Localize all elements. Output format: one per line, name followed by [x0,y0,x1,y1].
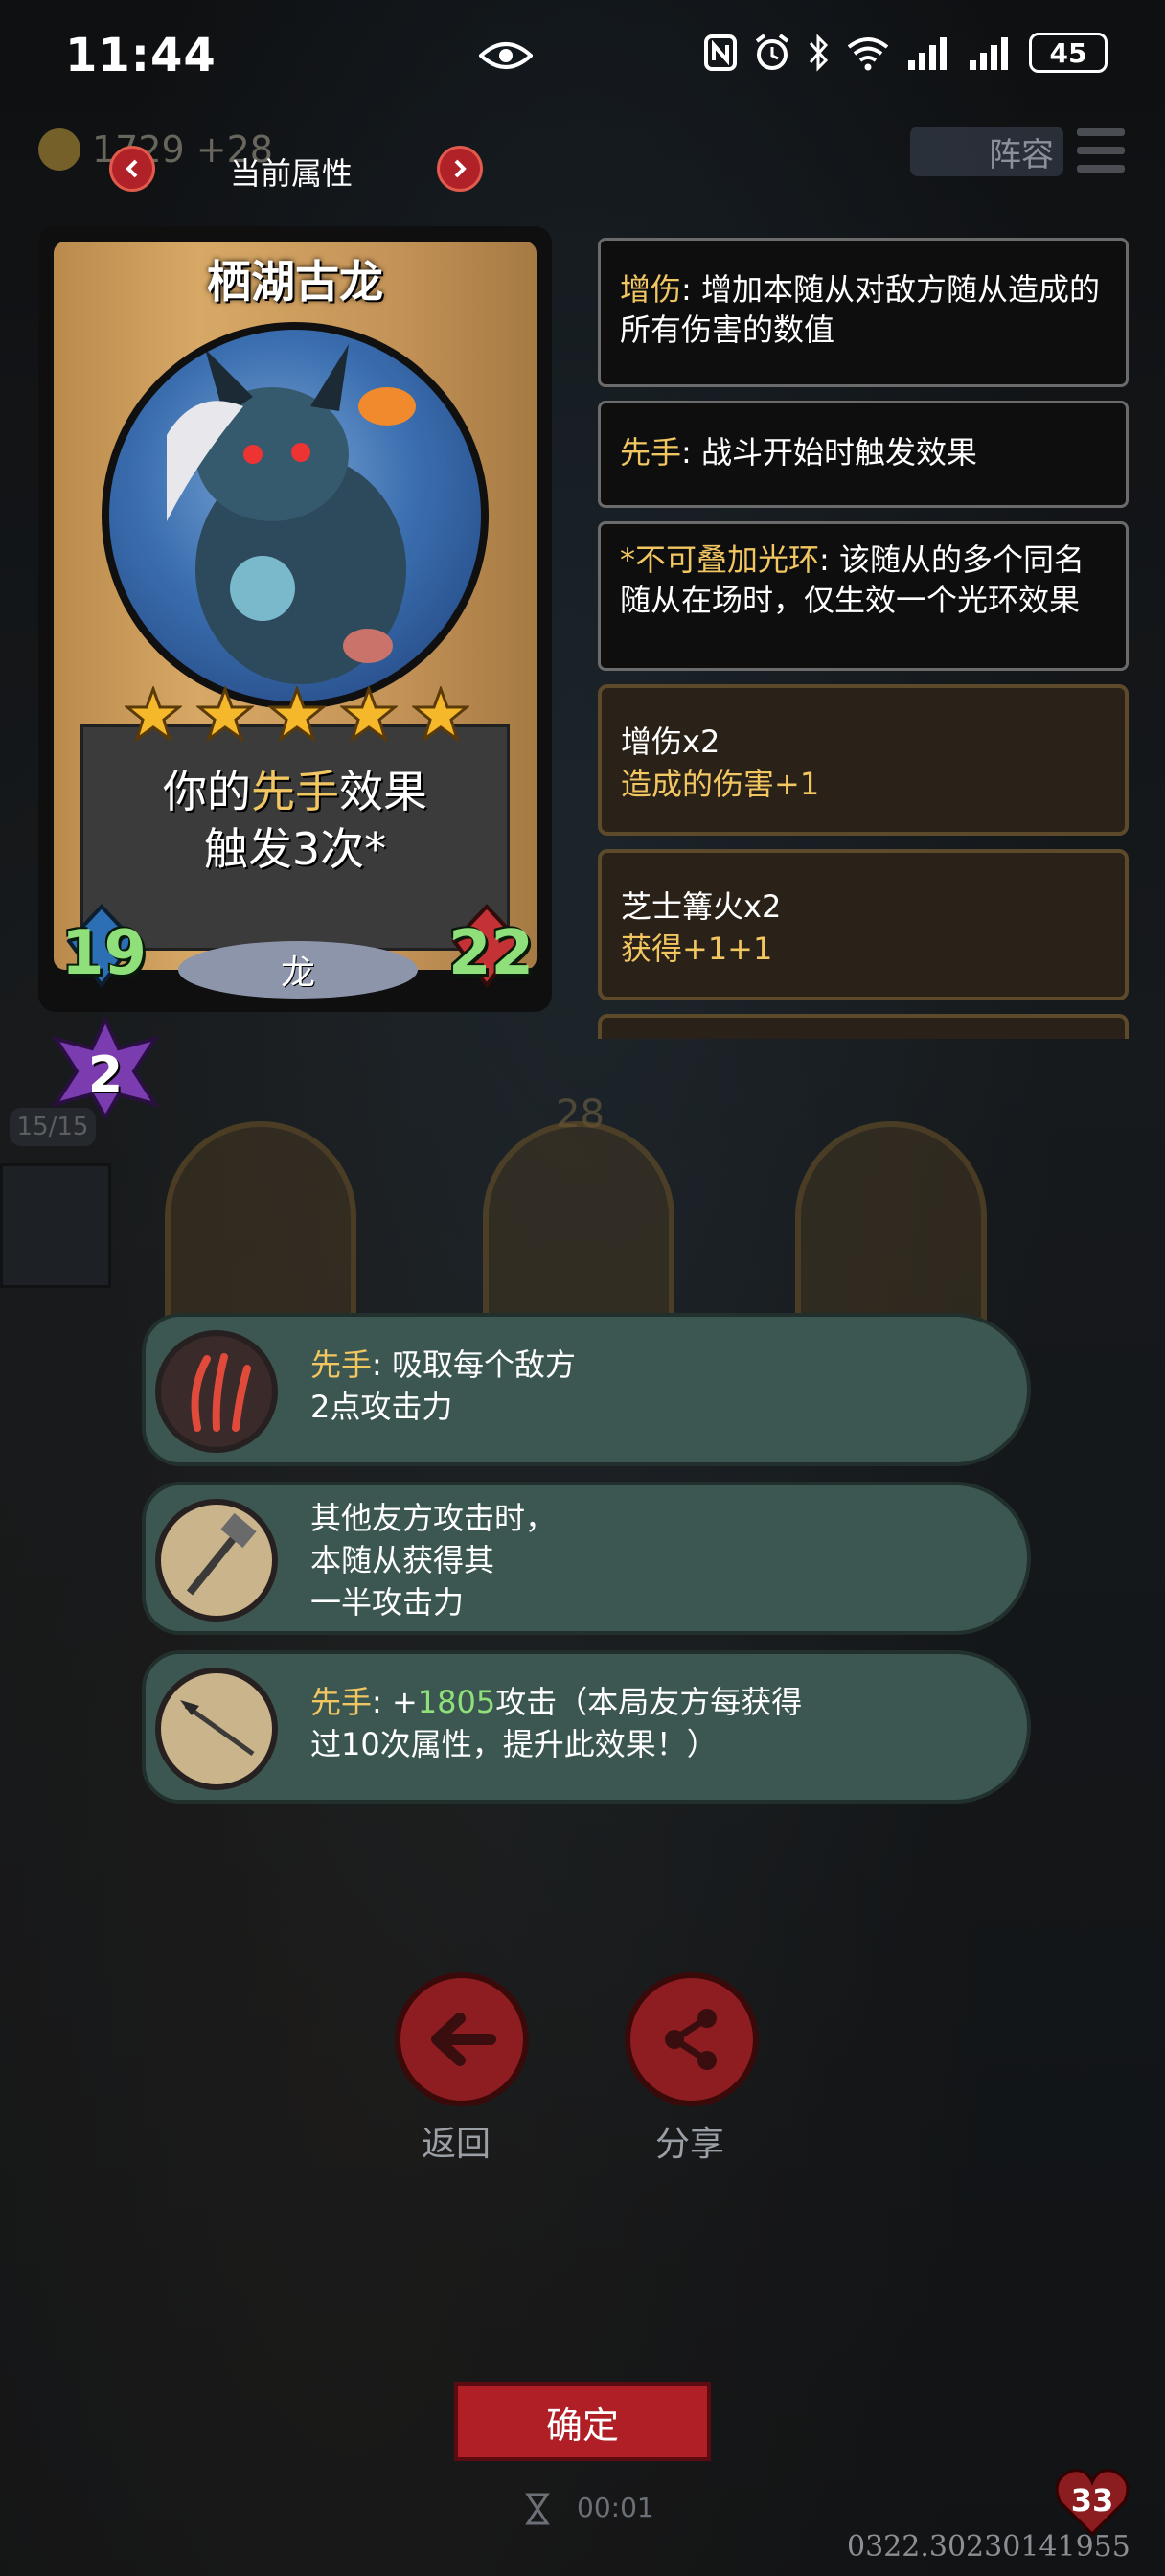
chevron-left-icon [126,159,138,178]
ability-line: 攻击（本局友方每获得 [495,1684,803,1720]
desc-line2: 触发3次* [203,823,387,875]
desc-prefix: 你的 [163,766,251,817]
tribe-label: 龙 [178,941,418,999]
keyword-text: : 战斗开始时触发效果 [681,434,977,471]
next-arrow-button[interactable] [437,146,483,192]
buff-entry: 增伤x2 造成的伤害+1 [598,684,1129,836]
player-health: 33 [1070,2482,1114,2518]
share-icon [665,2009,717,2070]
panel-title: 当前属性 [230,155,354,192]
confirm-button[interactable]: 确定 [454,2382,711,2461]
bluetooth-icon [809,34,829,72]
level-number: 2 [87,1046,124,1104]
gold-icon [38,128,80,171]
chevron-right-icon [454,159,467,178]
dragon-portrait [102,322,489,709]
ability-line: 其他友方攻击时， [310,1500,557,1536]
star-rating [125,686,469,744]
desc-suffix: 效果 [339,766,427,817]
keyword-name: *不可叠加光环 [620,541,820,578]
menu-icon[interactable] [1077,128,1125,172]
minion-card: 栖湖古龙 你的先手效果 触发3次* 19 22 龙 [38,226,552,1012]
ability-entry: 其他友方攻击时， 本随从获得其 一半攻击力 [142,1482,1031,1635]
ability-line: : 吸取每个敌方 [372,1346,576,1383]
status-bar: 11:44 45 [0,0,1165,115]
star-icon [125,686,182,743]
battery-icon: 45 [1029,33,1108,73]
star-icon [268,686,326,743]
star-icon [196,686,254,743]
ability-line: 过10次属性，提升此效果！） [310,1726,718,1762]
ability-keyword: 先手 [310,1346,373,1383]
back-button[interactable] [395,1972,529,2106]
star-icon [340,686,398,743]
desc-keyword: 先手 [251,766,339,817]
keyword-name: 先手 [620,434,682,471]
ability-value: 1805 [417,1684,496,1720]
keyword-explanation: 先手: 战斗开始时触发效果 [598,401,1129,508]
prev-arrow-button[interactable] [109,146,155,192]
buff-detail: 获得+1+1 [621,931,773,967]
hourglass-icon [525,2493,550,2525]
hammer-ability-icon [155,1499,278,1622]
card-description: 你的先手效果 触发3次* [80,763,510,878]
buff-entry [598,1014,1129,1039]
keyword-explanation: *不可叠加光环: 该随从的多个同名随从在场时，仅生效一个光环效果 [598,521,1129,671]
buff-detail: 造成的伤害+1 [621,766,820,802]
arrow-left-icon [431,2012,496,2066]
card-name: 栖湖古龙 [207,256,383,308]
turn-timer: 00:01 [577,2492,654,2523]
ability-line: 本随从获得其 [310,1542,495,1578]
share-button[interactable] [625,1972,759,2106]
claw-ability-icon [155,1330,278,1453]
star-icon [412,686,469,743]
status-icons: 45 [703,33,1108,73]
ability-keyword: 先手 [310,1684,373,1720]
signal-icon [908,37,947,70]
back-label: 返回 [422,2125,491,2164]
keyword-name: 增伤 [620,271,682,308]
ability-line: 2点攻击力 [310,1389,453,1425]
spear-ability-icon [155,1668,278,1790]
game-top-bar: 1729 +28 当前属性 阵容 [0,115,1165,192]
keyword-explanation: 增伤: 增加本随从对敌方随从造成的所有伤害的数值 [598,238,1129,387]
alarm-icon [755,34,789,70]
ability-text: 先手: 吸取每个敌方 2点攻击力 [310,1344,981,1428]
lineup-button[interactable]: 阵容 [910,126,1063,176]
eye-icon [479,42,533,69]
clock: 11:44 [65,29,217,82]
buff-title: 增伤x2 [621,724,720,760]
buff-title: 芝士篝火x2 [621,888,782,925]
ability-text: 其他友方攻击时， 本随从获得其 一半攻击力 [310,1497,981,1623]
ability-line: : + [372,1684,418,1720]
share-label: 分享 [655,2125,725,2164]
attribute-panel[interactable]: 增伤: 增加本随从对敌方随从造成的所有伤害的数值 先手: 战斗开始时触发效果 *… [598,238,1129,1039]
ability-entry: 先手: +1805攻击（本局友方每获得 过10次属性，提升此效果！） [142,1650,1031,1804]
version-text: 0322.30230141955 [847,2530,1131,2564]
ability-line: 一半攻击力 [310,1584,465,1621]
ability-entry: 先手: 吸取每个敌方 2点攻击力 [142,1313,1031,1466]
attack-value: 19 [61,918,148,989]
health-value: 22 [448,918,535,989]
buff-entry: 芝士篝火x2 获得+1+1 [598,849,1129,1000]
keyword-text: : 增加本随从对敌方随从造成的所有伤害的数值 [620,271,1100,348]
ability-text: 先手: +1805攻击（本局友方每获得 过10次属性，提升此效果！） [310,1681,981,1765]
wifi-icon [847,37,889,71]
nfc-icon [704,34,737,71]
signal-icon [970,37,1008,70]
